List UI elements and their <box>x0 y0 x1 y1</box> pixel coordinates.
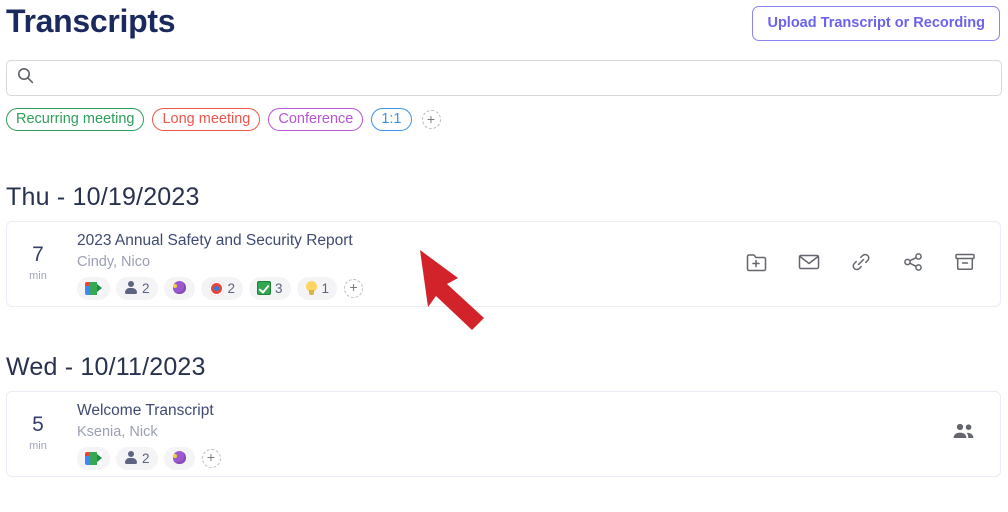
brain-icon <box>172 450 187 466</box>
group-date-label: Wed - 10/11/2023 <box>6 353 206 381</box>
search-input[interactable] <box>42 63 991 93</box>
page-header: Transcripts Upload Transcript or Recordi… <box>0 0 1008 52</box>
google-meet-icon <box>85 281 102 295</box>
duration-value: 5 <box>32 412 44 436</box>
add-badge-button[interactable] <box>344 278 364 298</box>
card-body: 2023 Annual Safety and Security Report C… <box>69 222 744 306</box>
badge-count: 2 <box>142 450 150 466</box>
lightbulb-icon <box>305 280 318 296</box>
search-bar[interactable] <box>6 60 1002 96</box>
transcript-card[interactable]: 7 min 2023 Annual Safety and Security Re… <box>6 221 1001 307</box>
add-to-folder-icon[interactable] <box>744 249 770 280</box>
share-icon[interactable] <box>900 249 926 280</box>
filter-tag-conference[interactable]: Conference <box>268 108 364 131</box>
transcript-title[interactable]: 2023 Annual Safety and Security Report <box>77 231 744 251</box>
person-icon <box>124 281 138 295</box>
badge-brain[interactable] <box>163 446 195 470</box>
badge-brain[interactable] <box>163 276 195 300</box>
badge-count: 1 <box>321 280 330 296</box>
filter-tag-recurring-meeting[interactable]: Recurring meeting <box>6 108 145 131</box>
filter-tags: Recurring meeting Long meeting Conferenc… <box>6 108 441 131</box>
date-group-2: Wed - 10/11/2023 5 min Welcome Transcrip… <box>0 352 1008 477</box>
transcript-card[interactable]: 5 min Welcome Transcript Ksenia, Nick 2 <box>6 391 1001 477</box>
badge-participants[interactable]: 2 <box>116 276 158 300</box>
transcript-participants: Ksenia, Nick <box>77 423 158 440</box>
badge-list: 2 <box>77 446 950 470</box>
link-icon[interactable] <box>848 249 874 280</box>
filter-tag-one-on-one[interactable]: 1:1 <box>371 108 412 131</box>
google-meet-icon <box>85 451 102 465</box>
transcripts-page: Transcripts Upload Transcript or Recordi… <box>0 0 1008 512</box>
transcript-title[interactable]: Welcome Transcript <box>77 401 950 421</box>
person-icon <box>124 451 138 465</box>
badge-count: 2 <box>142 280 150 296</box>
badge-list: 2 2 3 1 <box>77 276 744 300</box>
badge-participants[interactable]: 2 <box>116 446 158 470</box>
duration-block: 7 min <box>7 222 69 306</box>
card-body: Welcome Transcript Ksenia, Nick 2 <box>69 392 950 476</box>
archive-icon[interactable] <box>952 249 978 280</box>
card-actions <box>950 392 1000 476</box>
badge-count: 3 <box>275 280 283 296</box>
email-icon[interactable] <box>796 249 822 280</box>
transcript-participants: Cindy, Nico <box>77 253 151 270</box>
date-group-1: Thu - 10/19/2023 7 min 2023 Annual Safet… <box>0 182 1008 307</box>
page-title: Transcripts <box>6 3 176 39</box>
badge-tasks[interactable]: 3 <box>249 276 291 300</box>
add-filter-tag-button[interactable] <box>421 110 441 129</box>
duration-unit: min <box>29 439 47 452</box>
upload-transcript-button[interactable]: Upload Transcript or Recording <box>752 6 1000 41</box>
target-icon <box>208 280 224 296</box>
duration-unit: min <box>29 269 47 282</box>
badge-ideas[interactable]: 1 <box>296 276 338 300</box>
badge-count: 2 <box>227 280 236 296</box>
badge-target[interactable]: 2 <box>200 276 244 300</box>
filter-tag-long-meeting[interactable]: Long meeting <box>152 108 261 131</box>
group-date-label: Thu - 10/19/2023 <box>6 183 200 211</box>
badge-google-meet[interactable] <box>77 446 110 470</box>
search-icon <box>17 67 34 89</box>
brain-icon <box>172 280 187 296</box>
badge-google-meet[interactable] <box>77 276 110 300</box>
people-icon[interactable] <box>950 421 978 448</box>
add-badge-button[interactable] <box>201 448 221 468</box>
checkbox-icon <box>257 281 272 295</box>
duration-block: 5 min <box>7 392 69 476</box>
card-actions <box>744 222 1000 306</box>
duration-value: 7 <box>32 242 44 266</box>
